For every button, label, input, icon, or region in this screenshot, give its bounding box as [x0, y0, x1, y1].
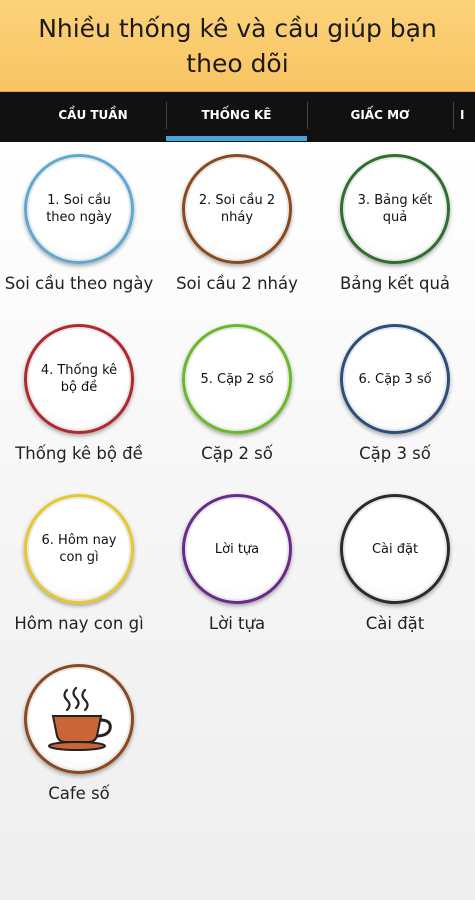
circle-label: 5. Cặp 2 số [200, 371, 274, 387]
menu-circle: 5. Cặp 2 số [182, 324, 292, 434]
app-banner: Nhiều thống kê và cầu giúp bạn theo dõi [0, 0, 475, 92]
menu-caption: Hôm nay con gì [14, 614, 144, 633]
circle-label: 4. Thống kê bộ đề [40, 363, 118, 395]
menu-circle: 6. Cặp 3 số [340, 324, 450, 434]
menu-item-bang-ket-qua[interactable]: 3. Bảng kết quả Bảng kết quả [316, 142, 474, 312]
circle-label: 3. Bảng kết quả [357, 193, 433, 225]
menu-item-hom-nay-con-gi[interactable]: 6. Hôm nay con gì Hôm nay con gì [0, 482, 158, 652]
tab-divider [453, 102, 454, 129]
menu-item-thong-ke-bo-de[interactable]: 4. Thống kê bộ đề Thống kê bộ đề [0, 312, 158, 482]
tab-giac-mo[interactable]: GIẤC MƠ [307, 92, 453, 138]
menu-item-cap-3-so[interactable]: 6. Cặp 3 số Cặp 3 số [316, 312, 474, 482]
menu-item-loi-tua[interactable]: Lời tựa Lời tựa [158, 482, 316, 652]
menu-item-cai-dat[interactable]: Cài đặt Cài đặt [316, 482, 474, 652]
menu-item-cap-2-so[interactable]: 5. Cặp 2 số Cặp 2 số [158, 312, 316, 482]
menu-circle: 3. Bảng kết quả [340, 154, 450, 264]
menu-circle [24, 664, 134, 774]
menu-circle: 4. Thống kê bộ đề [24, 324, 134, 434]
menu-item-soi-cau-theo-ngay[interactable]: 1. Soi cầu theo ngày Soi cầu theo ngày [0, 142, 158, 312]
menu-grid: 1. Soi cầu theo ngày Soi cầu theo ngày 2… [0, 142, 475, 900]
tab-thong-ke[interactable]: THỐNG KÊ [166, 92, 307, 138]
circle-label: 2. Soi cầu 2 nháy [198, 193, 276, 225]
menu-caption: Cặp 3 số [359, 444, 431, 463]
menu-caption: Lời tựa [208, 614, 266, 633]
menu-caption: Cặp 2 số [201, 444, 273, 463]
menu-circle: 1. Soi cầu theo ngày [24, 154, 134, 264]
menu-item-cafe-so[interactable]: Cafe số [0, 652, 158, 822]
circle-label: 6. Hôm nay con gì [41, 533, 117, 565]
circle-label: Lời tựa [214, 541, 260, 557]
menu-caption: Soi cầu 2 nháy [176, 274, 298, 293]
menu-caption: Cafe số [48, 784, 110, 803]
tab-bar: CẦU TUẦN THỐNG KÊ GIẤC MƠ I [0, 92, 475, 142]
menu-caption: Soi cầu theo ngày [4, 274, 154, 293]
menu-item-soi-cau-2-nhay[interactable]: 2. Soi cầu 2 nháy Soi cầu 2 nháy [158, 142, 316, 312]
menu-caption: Cài đặt [365, 614, 425, 633]
menu-circle: 6. Hôm nay con gì [24, 494, 134, 604]
banner-title: Nhiều thống kê và cầu giúp bạn theo dõi [38, 13, 437, 78]
tab-partial[interactable]: I [460, 92, 475, 138]
circle-label: 1. Soi cầu theo ngày [46, 193, 112, 225]
coffee-cup-icon [48, 686, 112, 751]
menu-caption: Bảng kết quả [339, 274, 451, 293]
tab-cau-tuan[interactable]: CẦU TUẦN [20, 92, 166, 138]
menu-circle: 2. Soi cầu 2 nháy [182, 154, 292, 264]
menu-circle: Cài đặt [340, 494, 450, 604]
circle-label: 6. Cặp 3 số [358, 371, 432, 387]
circle-label: Cài đặt [371, 541, 419, 557]
menu-circle: Lời tựa [182, 494, 292, 604]
active-tab-indicator [166, 136, 307, 141]
menu-caption: Thống kê bộ đề [15, 444, 143, 463]
